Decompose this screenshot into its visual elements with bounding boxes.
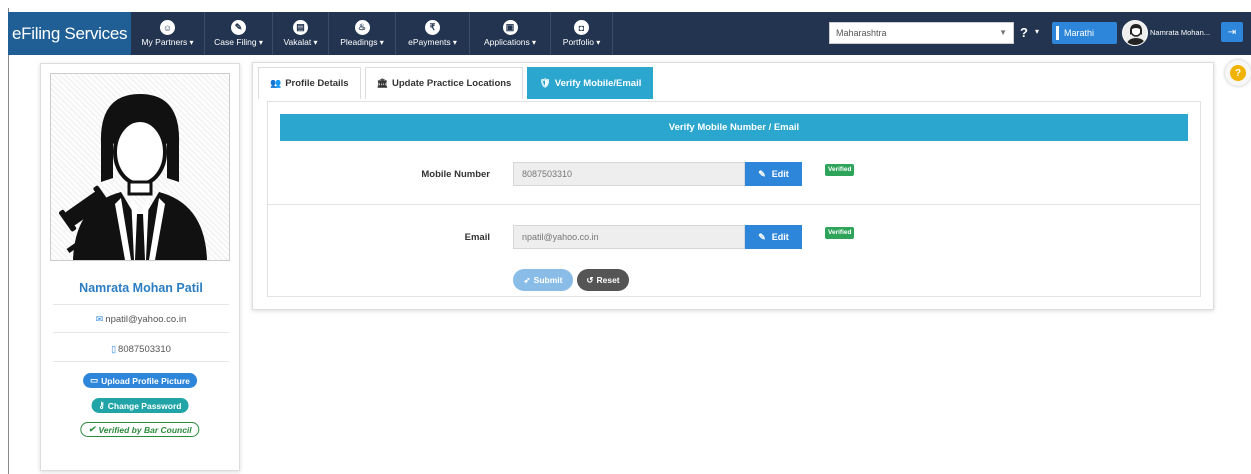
nav-pleadings-label: Pleadings xyxy=(340,37,384,47)
tab-update-practice-locations[interactable]: 🏛 Update Practice Locations xyxy=(364,67,524,99)
state-select[interactable]: Maharashtra ▼ xyxy=(829,22,1014,44)
pencil-icon: ✎ xyxy=(758,231,766,242)
shield-icon: 🛡 xyxy=(539,78,551,88)
verified-bar-council-label: Verified by Bar Council xyxy=(98,424,192,435)
institution-icon: 🏛 xyxy=(376,78,389,88)
users-icon: 👥 xyxy=(270,78,282,88)
mobile-verified-badge: Verified xyxy=(825,164,855,176)
nav-applications[interactable]: ▣ Applications xyxy=(470,12,551,55)
document-icon: ▤ xyxy=(293,20,308,35)
help-chevron-down-icon[interactable]: ▾ xyxy=(1035,27,1039,36)
edit-email-label: Edit xyxy=(771,232,789,242)
rupee-icon: ₹ xyxy=(425,20,440,35)
floating-help-button[interactable]: ? xyxy=(1225,60,1251,86)
profile-mobile: 8087503310 xyxy=(118,344,171,355)
nav-applications-label: Applications xyxy=(484,37,536,47)
briefcase-icon: ◘ xyxy=(574,20,589,35)
edit-mobile-label: Edit xyxy=(771,169,789,179)
nav-epayments[interactable]: ₹ ePayments xyxy=(396,12,470,55)
profile-email: npatil@yahoo.co.in xyxy=(105,314,187,325)
verify-tab-content: Verify Mobile Number / Email Mobile Numb… xyxy=(267,101,1201,297)
nav-my-partners[interactable]: ☺ My Partners xyxy=(131,12,205,55)
profile-email-row: ✉ npatil@yahoo.co.in xyxy=(41,314,241,325)
nav-case-filing-label: Case Filing xyxy=(214,37,263,47)
divider xyxy=(53,361,229,362)
pencil-icon: ✎ xyxy=(758,168,766,179)
tab-bar: 👥 Profile Details 🏛 Update Practice Locati… xyxy=(258,67,654,99)
section-heading: Verify Mobile Number / Email xyxy=(280,114,1188,141)
logout-icon[interactable]: ⇥ xyxy=(1221,22,1243,42)
edit-email-button[interactable]: ✎ Edit xyxy=(745,225,802,249)
profile-picture xyxy=(50,73,230,261)
upload-profile-picture-button[interactable]: ▭ Upload Profile Picture xyxy=(83,373,197,388)
tab-profile-details-label: Profile Details xyxy=(285,78,349,89)
user-name[interactable]: Namrata Mohan... xyxy=(1150,28,1210,37)
key-icon: ⚷ xyxy=(98,400,105,410)
email-verified-badge: Verified xyxy=(825,227,855,239)
reset-label: Reset xyxy=(596,275,620,285)
nav-vakalat[interactable]: ▤ Vakalat xyxy=(273,12,329,55)
profile-card: Namrata Mohan Patil ✉ npatil@yahoo.co.in … xyxy=(40,63,240,471)
nav-vakalat-label: Vakalat xyxy=(284,37,318,47)
chevron-down-icon: ▼ xyxy=(999,28,1007,37)
check-icon: ✔ xyxy=(88,424,96,434)
brand-title[interactable]: eFiling Services xyxy=(8,12,131,55)
profile-mobile-row: ▯ 8087503310 xyxy=(41,344,241,355)
image-icon: ▭ xyxy=(90,375,99,385)
upload-profile-picture-label: Upload Profile Picture xyxy=(101,375,190,386)
email-field[interactable]: npatil@yahoo.co.in xyxy=(513,225,745,249)
tab-verify-mobile-email-label: Verify Mobile/Email xyxy=(554,78,642,89)
nav-portfolio-label: Portfolio xyxy=(563,37,600,47)
nav-pleadings[interactable]: ♨ Pleadings xyxy=(329,12,396,55)
email-label: Email xyxy=(464,232,490,243)
tab-profile-details[interactable]: 👥 Profile Details xyxy=(258,67,361,99)
user-avatar[interactable] xyxy=(1122,20,1148,46)
nav-epayments-label: ePayments xyxy=(408,37,457,47)
envelope-icon: ✉ xyxy=(95,314,104,324)
lawyer-avatar-icon xyxy=(59,94,207,260)
nav-portfolio[interactable]: ◘ Portfolio xyxy=(551,12,613,55)
tab-update-practice-locations-label: Update Practice Locations xyxy=(392,78,512,89)
partners-icon: ☺ xyxy=(160,20,175,35)
edit-mobile-button[interactable]: ✎ Edit xyxy=(745,162,802,186)
submit-label: Submit xyxy=(533,275,563,285)
help-icon[interactable]: ? xyxy=(1020,25,1028,40)
nav-case-filing[interactable]: ✎ Case Filing xyxy=(205,12,273,55)
reset-button[interactable]: ↺ Reset xyxy=(577,269,629,291)
divider xyxy=(53,304,229,305)
row-divider xyxy=(268,204,1200,205)
main-panel: 👥 Profile Details 🏛 Update Practice Locati… xyxy=(252,62,1214,310)
submit-button[interactable]: ➶ Submit xyxy=(513,269,573,291)
language-button[interactable]: Marathi xyxy=(1052,22,1117,44)
nav-my-partners-label: My Partners xyxy=(141,37,193,47)
mobile-number-field[interactable]: 8087503310 xyxy=(513,162,745,186)
divider xyxy=(53,332,229,333)
change-password-button[interactable]: ⚷ Change Password xyxy=(91,398,189,413)
profile-name: Namrata Mohan Patil xyxy=(79,281,203,295)
change-password-label: Change Password xyxy=(107,400,182,411)
pencil-icon: ✎ xyxy=(231,20,246,35)
undo-icon: ↺ xyxy=(586,274,594,285)
handshake-icon: ♨ xyxy=(354,20,370,35)
mobile-icon: ▯ xyxy=(111,344,117,354)
verified-bar-council-badge: ✔ Verified by Bar Council xyxy=(80,422,200,437)
mobile-number-label: Mobile Number xyxy=(421,169,490,180)
state-select-value: Maharashtra xyxy=(836,28,887,38)
send-icon: ➶ xyxy=(523,274,531,285)
question-icon: ? xyxy=(1230,65,1246,81)
tab-verify-mobile-email[interactable]: 🛡 Verify Mobile/Email xyxy=(527,67,654,99)
file-icon: ▣ xyxy=(502,20,518,35)
